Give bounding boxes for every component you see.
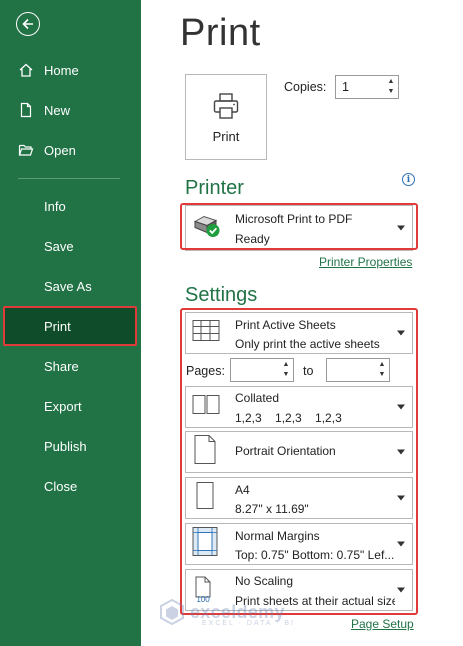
chevron-down-icon: [397, 404, 405, 410]
margins-sub: Top: 0.75" Bottom: 0.75" Lef...: [235, 548, 395, 562]
sidebar-item-info[interactable]: Info: [0, 187, 141, 225]
paper-size-sub: 8.27" x 11.69": [235, 502, 309, 516]
sidebar-item-label: Save As: [44, 278, 92, 294]
paper-size-dropdown[interactable]: A4 8.27" x 11.69": [185, 477, 413, 519]
orientation-dropdown[interactable]: Portrait Orientation: [185, 431, 413, 473]
print-what-title: Print Active Sheets: [235, 318, 336, 332]
chevron-down-icon[interactable]: ▼: [386, 87, 396, 97]
settings-heading: Settings: [185, 284, 258, 306]
collated-icon: [192, 394, 220, 421]
chevron-down-icon: [397, 330, 405, 336]
sidebar-item-label: Info: [44, 198, 66, 214]
sidebar-item-close[interactable]: Close: [0, 467, 141, 505]
print-button[interactable]: Print: [185, 74, 267, 160]
orientation-title: Portrait Orientation: [235, 444, 336, 458]
watermark-icon: [160, 598, 184, 626]
sidebar-item-label: Share: [44, 358, 79, 374]
chevron-up-icon[interactable]: ▲: [281, 360, 291, 370]
printer-properties-link[interactable]: Printer Properties: [319, 255, 412, 269]
sidebar-item-label: Home: [44, 62, 79, 78]
sidebar-item-share[interactable]: Share: [0, 347, 141, 385]
home-icon: [18, 62, 34, 78]
chevron-down-icon: [397, 587, 405, 593]
printer-heading: Printer: [185, 177, 244, 199]
sidebar-item-home[interactable]: Home: [0, 51, 141, 89]
paper-size-title: A4: [235, 483, 250, 497]
chevron-down-icon: [397, 495, 405, 501]
sidebar-item-new[interactable]: New: [0, 91, 141, 129]
printer-dropdown[interactable]: Microsoft Print to PDF Ready: [185, 205, 413, 251]
print-what-sub: Only print the active sheets: [235, 337, 380, 351]
back-button[interactable]: [16, 12, 40, 36]
backstage-sidebar: Home New Open Info Save Save As Print Sh…: [0, 0, 141, 646]
chevron-down-icon: [397, 541, 405, 547]
chevron-down-icon[interactable]: ▼: [281, 370, 291, 380]
collation-sub: 1,2,3 1,2,3 1,2,3: [235, 411, 342, 425]
printer-icon: [213, 92, 239, 119]
sidebar-item-save[interactable]: Save: [0, 227, 141, 265]
chevron-up-icon[interactable]: ▲: [377, 360, 387, 370]
sheets-grid-icon: [192, 319, 220, 348]
margins-dropdown[interactable]: Normal Margins Top: 0.75" Bottom: 0.75" …: [185, 523, 413, 565]
page-setup-link[interactable]: Page Setup: [351, 617, 414, 631]
watermark-subtext: EXCEL · DATA · BI: [202, 620, 295, 627]
copies-stepper[interactable]: 1 ▲ ▼: [335, 75, 399, 99]
margins-title: Normal Margins: [235, 529, 320, 543]
collation-dropdown[interactable]: Collated 1,2,3 1,2,3 1,2,3: [185, 386, 413, 428]
sidebar-item-label: Open: [44, 142, 76, 158]
sidebar-item-open[interactable]: Open: [0, 131, 141, 169]
sidebar-item-publish[interactable]: Publish: [0, 427, 141, 465]
copies-value: 1: [342, 80, 349, 94]
sidebar-item-label: New: [44, 102, 71, 118]
printer-name: Microsoft Print to PDF: [235, 212, 353, 226]
pages-to-label: to: [303, 364, 314, 378]
chevron-up-icon[interactable]: ▲: [386, 77, 396, 87]
print-what-dropdown[interactable]: Print Active Sheets Only print the activ…: [185, 312, 413, 354]
margins-icon: [192, 527, 218, 562]
chevron-down-icon: [397, 449, 405, 455]
sidebar-divider: [18, 178, 120, 179]
printer-ready-icon: [192, 213, 222, 244]
paper-size-icon: [192, 481, 218, 516]
sidebar-item-label: Save: [44, 238, 74, 254]
sidebar-item-label: Close: [44, 478, 78, 494]
sidebar-item-save-as[interactable]: Save As: [0, 267, 141, 305]
print-button-label: Print: [212, 128, 240, 144]
collation-title: Collated: [235, 391, 280, 405]
sidebar-item-label: Print: [44, 318, 71, 334]
sidebar-item-label: Publish: [44, 438, 87, 454]
portrait-page-icon: [192, 435, 218, 470]
arrow-left-icon: [22, 18, 33, 30]
watermark-logo: exceldemy EXCEL · DATA · BI: [158, 598, 293, 627]
copies-label: Copies:: [284, 80, 327, 94]
pages-label: Pages:: [186, 364, 225, 378]
chevron-down-icon[interactable]: ▼: [377, 370, 387, 380]
sidebar-item-export[interactable]: Export: [0, 387, 141, 425]
pages-to-input[interactable]: ▲ ▼: [326, 358, 390, 382]
folder-open-icon: [18, 142, 34, 158]
printer-status: Ready: [235, 232, 270, 246]
info-icon[interactable]: i: [402, 173, 415, 186]
pages-from-input[interactable]: ▲ ▼: [230, 358, 294, 382]
new-document-icon: [18, 102, 34, 118]
chevron-down-icon: [397, 225, 405, 231]
scaling-title: No Scaling: [235, 574, 294, 588]
page-title: Print: [180, 12, 261, 54]
sidebar-item-print[interactable]: Print: [3, 306, 137, 346]
sidebar-item-label: Export: [44, 398, 82, 414]
